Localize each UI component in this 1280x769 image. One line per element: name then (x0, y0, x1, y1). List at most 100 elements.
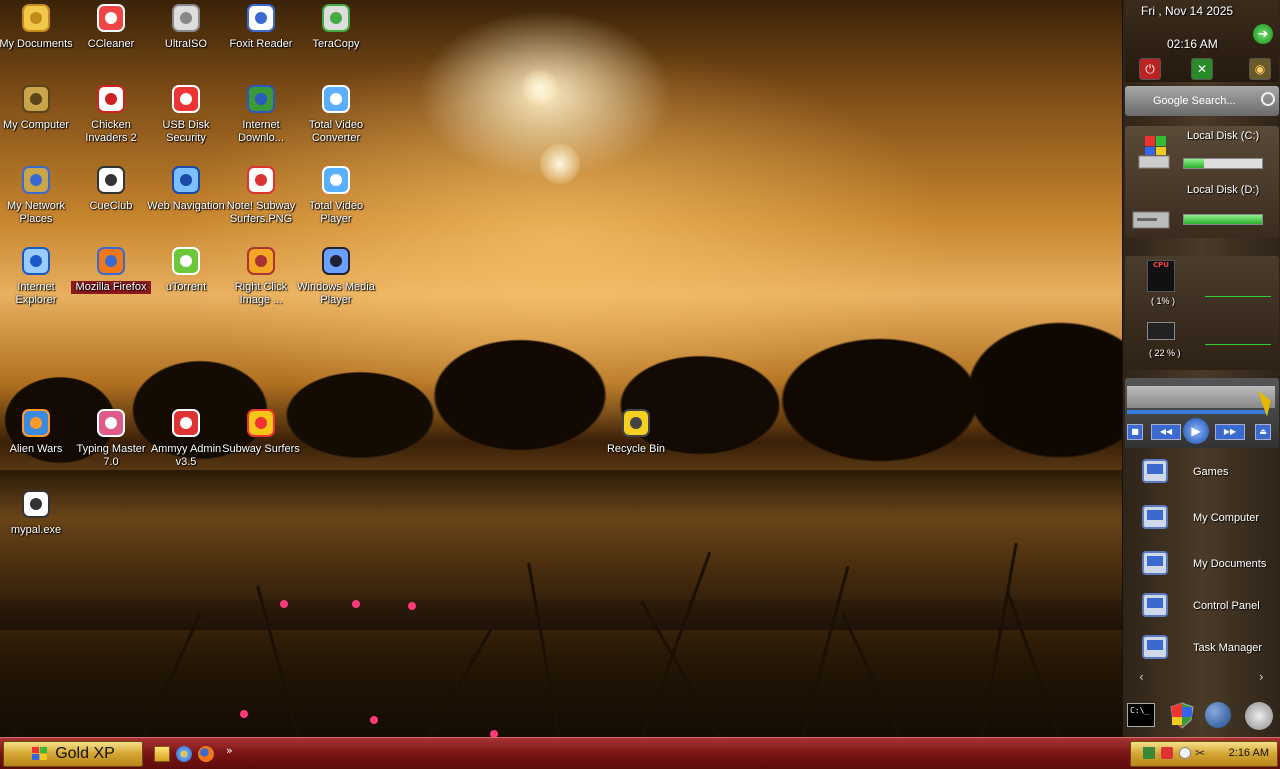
desktop-icon[interactable]: Typing Master 7.0 (71, 407, 151, 469)
media-section: ■ ◀◀ ▶ ▶▶ ⏏ (1125, 378, 1279, 448)
desktop-icon[interactable]: USB Disk Security (146, 83, 226, 145)
launcher-prev-icon[interactable]: ‹ (1139, 670, 1144, 684)
launcher-label: My Documents (1193, 558, 1267, 570)
sidebar-gadget: Fri , Nov 14 2025 02:16 AM ➜ ⏻ ✕ ◉ Googl… (1122, 0, 1280, 737)
tray-ccleaner-icon[interactable] (1179, 747, 1191, 759)
desktop-icon[interactable]: Right Click Image ... (221, 245, 301, 307)
start-button[interactable]: Gold XP (3, 741, 143, 767)
media-display (1127, 386, 1275, 408)
desktop-icon[interactable]: Windows Media Player (296, 245, 376, 307)
eject-icon[interactable]: ⏏ (1255, 424, 1271, 440)
ram-graph (1205, 344, 1271, 345)
desktop-icon-label: Recycle Bin (606, 443, 666, 455)
desktop-icon[interactable]: Total Video Player (296, 164, 376, 226)
desktop-icon[interactable]: Alien Wars (0, 407, 76, 456)
power-icon[interactable]: ⏻ (1139, 58, 1161, 80)
desktop-icon[interactable]: Web Navigation (146, 164, 226, 213)
arrow-right-icon[interactable]: ➜ (1253, 24, 1273, 44)
next-icon[interactable]: ▶▶ (1215, 424, 1245, 440)
security-shield-icon[interactable] (1169, 702, 1195, 730)
desktop-icon-label: Note! Subway Surfers.PNG (226, 200, 296, 225)
subway-surfers-icon (245, 407, 277, 439)
desktop-icon[interactable]: Subway Surfers (221, 407, 301, 456)
desktop-icon[interactable]: Mozilla Firefox (71, 245, 151, 294)
ccleaner-icon (95, 2, 127, 34)
launcher-item[interactable]: My Documents (1131, 544, 1280, 588)
desktop-icon[interactable]: TeraCopy (296, 2, 376, 51)
desktop-icon-label: USB Disk Security (162, 119, 210, 144)
search-input[interactable]: Google Search... (1129, 92, 1259, 110)
launcher-item[interactable]: Task Manager (1131, 628, 1280, 672)
desktop-icon[interactable]: My Network Places (0, 164, 76, 226)
desktop-icon-label: TeraCopy (312, 38, 360, 50)
desktop-icon[interactable]: Chicken Invaders 2 (71, 83, 151, 145)
logoff-icon[interactable]: ◉ (1249, 58, 1271, 80)
tray-security-icon[interactable] (1161, 747, 1173, 759)
network-globe-icon[interactable] (1205, 702, 1231, 728)
desktop-icon-label: Alien Wars (9, 443, 63, 455)
video-converter-icon (320, 83, 352, 115)
show-desktop-icon[interactable] (154, 746, 170, 762)
firefox-icon (95, 245, 127, 277)
tray-tool-icon[interactable]: ✂ (1195, 746, 1209, 760)
desktop-icon[interactable]: CueClub (71, 164, 151, 213)
image-file-icon (245, 164, 277, 196)
desktop-icon[interactable]: My Computer (0, 83, 76, 132)
stop-icon[interactable]: ■ (1127, 424, 1143, 440)
desktop-icon-label: Foxit Reader (229, 38, 293, 50)
wallpaper-flower (240, 710, 248, 718)
disk-c-label: Local Disk (C:) (1187, 130, 1260, 142)
disk-d-bar (1183, 214, 1263, 225)
globe-icon (170, 164, 202, 196)
command-prompt-icon[interactable]: C:\_ (1127, 703, 1155, 727)
desktop-icon[interactable]: Ammyy Admin v3.5 (146, 407, 226, 469)
alien-wars-icon (20, 407, 52, 439)
launcher-item[interactable]: Games (1131, 452, 1280, 496)
desktop-icon[interactable]: Note! Subway Surfers.PNG (221, 164, 301, 226)
disk-c-bar (1183, 158, 1263, 169)
play-icon[interactable]: ▶ (1183, 418, 1209, 444)
desktop-icon-label: Internet Explorer (15, 281, 57, 306)
desktop-icon[interactable]: Internet Downlo... (221, 83, 301, 145)
restart-icon[interactable]: ✕ (1191, 58, 1213, 80)
network-places-icon (20, 164, 52, 196)
desktop-icon-label: My Computer (2, 119, 70, 131)
desktop-icon[interactable]: uTorrent (146, 245, 226, 294)
desktop-icon[interactable]: CCleaner (71, 2, 151, 51)
desktop-icon[interactable]: Internet Explorer (0, 245, 76, 307)
utorrent-icon (170, 245, 202, 277)
firefox-icon[interactable] (198, 746, 214, 762)
desktop[interactable]: My Documents CCleaner UltraISO Foxit Reader… (0, 0, 1122, 737)
quick-launch-overflow[interactable]: » (226, 744, 233, 757)
cpu-value: ( 1% ) (1151, 296, 1176, 306)
cpu-graph (1205, 296, 1271, 297)
desktop-icon[interactable]: UltraISO (146, 2, 226, 51)
launcher-item[interactable]: Control Panel (1131, 586, 1280, 630)
games-icon (1139, 456, 1171, 488)
launcher-item[interactable]: My Computer (1131, 498, 1280, 542)
system-tray: ✂ 2:16 AM (1130, 741, 1278, 767)
speaker-icon[interactable] (1245, 702, 1273, 730)
tray-clock[interactable]: 2:16 AM (1229, 747, 1269, 759)
search-icon[interactable] (1261, 92, 1275, 106)
launcher-next-icon[interactable]: › (1259, 670, 1264, 684)
task-manager-icon (1139, 632, 1171, 664)
internet-download-icon (245, 83, 277, 115)
desktop-icon-label: Right Click Image ... (234, 281, 288, 306)
media-seek-bar[interactable] (1127, 410, 1267, 414)
desktop-icon[interactable]: Foxit Reader (221, 2, 301, 51)
mypal-icon (20, 488, 52, 520)
search-section: Google Search... (1125, 86, 1279, 116)
desktop-icon-label: CueClub (89, 200, 133, 212)
tray-network-icon[interactable] (1143, 747, 1155, 759)
desktop-icon[interactable]: My Documents (0, 2, 76, 51)
previous-icon[interactable]: ◀◀ (1151, 424, 1181, 440)
internet-explorer-icon[interactable]: e (176, 746, 192, 762)
computer-icon (20, 83, 52, 115)
desktop-icon[interactable]: Recycle Bin (596, 407, 676, 456)
computer-icon (1139, 502, 1171, 534)
desktop-icon[interactable]: Total Video Converter (296, 83, 376, 145)
windows-flag-icon (32, 747, 48, 760)
desktop-icon-label: My Network Places (6, 200, 66, 225)
desktop-icon[interactable]: mypal.exe (0, 488, 76, 537)
